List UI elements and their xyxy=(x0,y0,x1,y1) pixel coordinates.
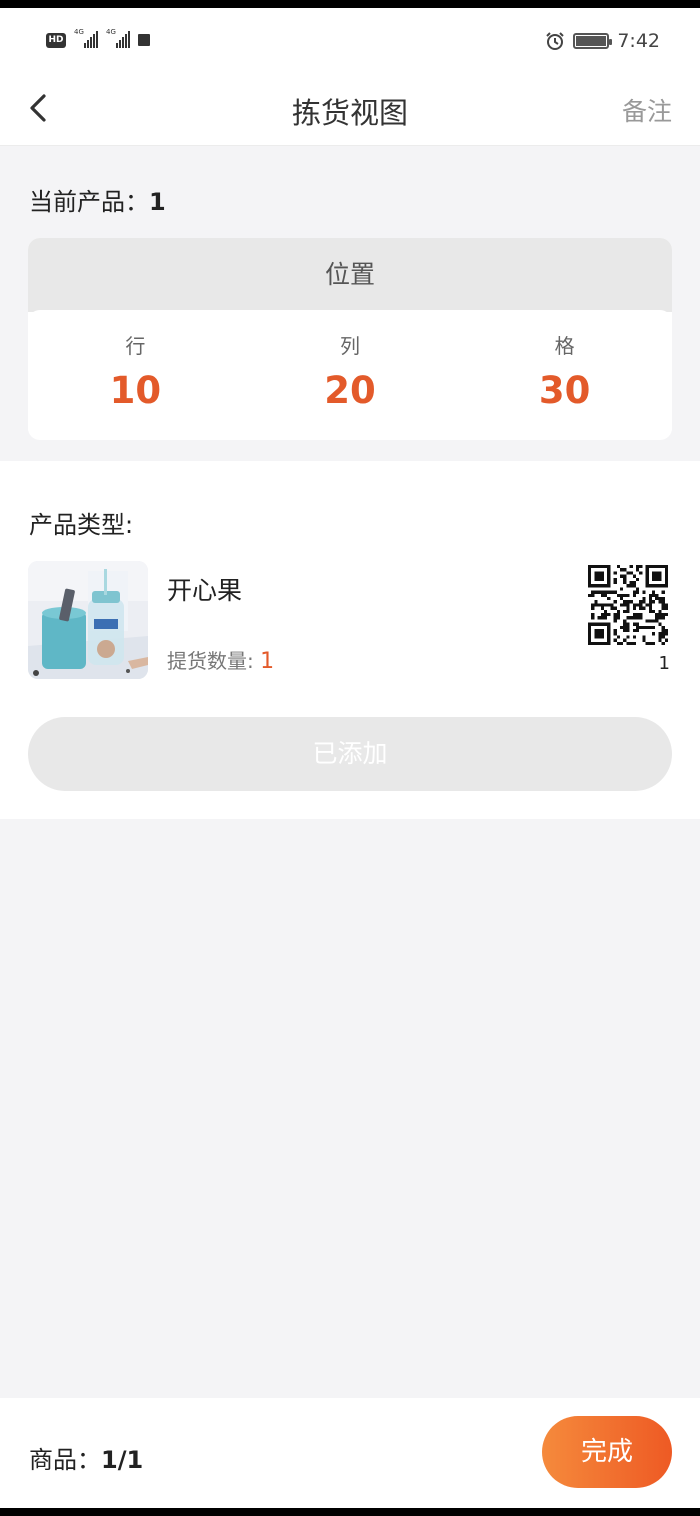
status-right: 7:42 xyxy=(545,30,660,52)
signal-icon-2: 4G xyxy=(106,28,130,48)
product-image[interactable] xyxy=(28,561,148,679)
notification-icon xyxy=(138,34,150,46)
status-left: HD 4G 4G xyxy=(46,26,150,48)
current-product-label: 当前产品： xyxy=(29,188,149,216)
current-product: 当前产品：1 xyxy=(29,182,166,217)
location-column: 列 20 xyxy=(243,310,458,438)
alarm-icon xyxy=(546,32,565,50)
current-product-value: 1 xyxy=(149,188,166,216)
row-value: 10 xyxy=(109,369,162,412)
signal-icon: 4G xyxy=(74,28,98,48)
hd-icon: HD xyxy=(46,33,66,48)
done-button[interactable]: 完成 xyxy=(542,1416,672,1488)
qr-code-icon[interactable] xyxy=(588,565,668,645)
screen: HD 4G 4G 7:42 拣货视图 备注 当前产品：1 位置 行 10 列 2… xyxy=(0,8,700,1508)
row-label: 行 xyxy=(125,334,146,358)
location-card: 位置 行 10 列 20 格 30 xyxy=(28,238,672,440)
signal-tag-2: 4G xyxy=(106,28,116,36)
column-value: 20 xyxy=(324,369,376,412)
goods-label: 商品： xyxy=(29,1446,101,1474)
pick-quantity-value: 1 xyxy=(260,649,275,674)
location-cell: 格 30 xyxy=(457,310,672,438)
page-title: 拣货视图 xyxy=(291,96,408,130)
product-name: 开心果 xyxy=(167,576,243,605)
location-values: 行 10 列 20 格 30 xyxy=(28,310,672,438)
nav-bar: 拣货视图 备注 xyxy=(0,68,700,146)
cell-value: 30 xyxy=(538,369,591,412)
location-row: 行 10 xyxy=(28,310,243,438)
signal-tag: 4G xyxy=(74,28,84,36)
goods-count: 商品：1/1 xyxy=(29,1440,143,1475)
battery-icon xyxy=(573,33,613,49)
product-type-label: 产品类型: xyxy=(29,511,134,539)
status-time: 7:42 xyxy=(617,30,660,52)
pick-quantity-label: 提货数量: xyxy=(167,649,254,673)
goods-value: 1/1 xyxy=(101,1446,144,1474)
qr-count: 1 xyxy=(658,653,670,674)
location-title: 位置 xyxy=(28,238,672,312)
pick-quantity: 提货数量: 1 xyxy=(167,645,274,674)
cell-label: 格 xyxy=(554,334,575,358)
bottom-bar: 商品：1/1 完成 xyxy=(0,1398,700,1508)
column-label: 列 xyxy=(340,334,360,358)
note-button[interactable]: 备注 xyxy=(622,92,672,128)
status-bar: HD 4G 4G 7:42 xyxy=(0,8,700,68)
product-section: 产品类型: 开心果 提货数量: 1 1 已添加 xyxy=(0,461,700,819)
added-button[interactable]: 已添加 xyxy=(28,717,672,791)
